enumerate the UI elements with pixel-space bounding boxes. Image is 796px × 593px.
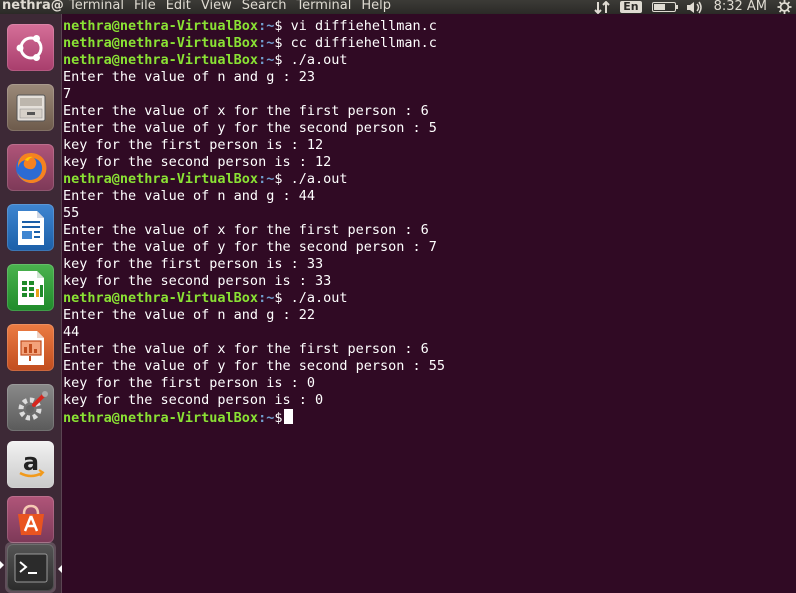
- running-indicator-left: [0, 561, 4, 569]
- output-line: Enter the value of n and g : 23: [63, 69, 315, 85]
- gear-icon[interactable]: [777, 0, 792, 14]
- amazon-icon: a: [7, 441, 54, 488]
- prompt-path: :~: [258, 410, 275, 426]
- output-line: Enter the value of y for the second pers…: [63, 358, 446, 374]
- menu-edit[interactable]: Edit: [166, 0, 191, 13]
- writer-doc-icon: [7, 204, 54, 251]
- volume-icon[interactable]: [686, 1, 704, 14]
- impress-slide-icon: [7, 324, 54, 371]
- prompt-line: nethra@nethra-VirtualBox:~$ ./a.out: [63, 52, 796, 69]
- prompt-user: nethra@nethra-VirtualBox: [63, 171, 259, 187]
- prompt-line: nethra@nethra-VirtualBox:~$: [63, 409, 796, 426]
- output-line: 7: [63, 86, 72, 102]
- prompt-line: nethra@nethra-VirtualBox:~$ cc diffiehel…: [63, 35, 796, 52]
- output-line: 44: [63, 324, 80, 340]
- menu-help[interactable]: Help: [361, 0, 391, 13]
- prompt-line: nethra@nethra-VirtualBox:~$ vi diffiehel…: [63, 18, 796, 35]
- output-line: key for the first person is : 33: [63, 256, 324, 272]
- firefox-icon: [7, 144, 54, 191]
- launcher-files[interactable]: [5, 82, 56, 133]
- launcher-terminal[interactable]: [5, 542, 56, 593]
- output-line: Enter the value of x for the first perso…: [63, 103, 429, 119]
- clock[interactable]: 8:32 AM: [714, 0, 767, 14]
- calc-sheet-icon: [7, 264, 54, 311]
- menu-terminal[interactable]: Terminal: [296, 0, 351, 13]
- prompt-line: nethra@nethra-VirtualBox:~$ ./a.out: [63, 171, 796, 188]
- active-indicator-right: [58, 565, 62, 573]
- output-line: key for the second person is : 33: [63, 273, 332, 289]
- command-text: ./a.out: [282, 52, 348, 68]
- command-text: vi diffiehellman.c: [282, 18, 437, 34]
- output-line: Enter the value of n and g : 22: [63, 307, 315, 323]
- battery-fill: [653, 4, 665, 10]
- output-line: 55: [63, 205, 80, 221]
- command-text: cc diffiehellman.c: [282, 35, 437, 51]
- prompt-path: :~: [258, 35, 275, 51]
- menu-view[interactable]: View: [201, 0, 232, 13]
- launcher-software-center[interactable]: [5, 494, 56, 545]
- prompt-line: nethra@nethra-VirtualBox:~$ ./a.out: [63, 290, 796, 307]
- output-line: Enter the value of n and g : 44: [63, 188, 315, 204]
- output-line: Enter the value of x for the first perso…: [63, 222, 429, 238]
- terminal-prompt-icon: [7, 544, 54, 591]
- launcher-calc[interactable]: [5, 262, 56, 313]
- launcher-ubuntu-dash[interactable]: [5, 22, 56, 73]
- output-line: key for the first person is : 12: [63, 137, 324, 153]
- launcher-amazon[interactable]: a: [5, 439, 56, 490]
- launcher-firefox[interactable]: [5, 142, 56, 193]
- command-text: ./a.out: [282, 171, 348, 187]
- command-text: ./a.out: [282, 290, 348, 306]
- launcher-system-settings[interactable]: [5, 382, 56, 433]
- app-title: nethra@: [2, 0, 64, 13]
- launcher: a: [0, 14, 62, 593]
- software-bag-icon: [7, 496, 54, 543]
- prompt-user: nethra@nethra-VirtualBox: [63, 52, 259, 68]
- prompt-user: nethra@nethra-VirtualBox: [63, 18, 259, 34]
- file-cabinet-icon: [7, 84, 54, 131]
- output-line: key for the first person is : 0: [63, 375, 315, 391]
- prompt-path: :~: [258, 52, 275, 68]
- prompt-symbol: $: [274, 410, 283, 426]
- launcher-writer[interactable]: [5, 202, 56, 253]
- keyboard-layout-indicator[interactable]: En: [620, 1, 642, 13]
- prompt-path: :~: [258, 290, 275, 306]
- menu-file[interactable]: File: [134, 0, 156, 13]
- prompt-user: nethra@nethra-VirtualBox: [63, 35, 259, 51]
- ubuntu-logo-icon: [7, 24, 54, 71]
- svg-text:a: a: [22, 448, 38, 476]
- prompt-path: :~: [258, 171, 275, 187]
- output-line: Enter the value of y for the second pers…: [63, 239, 437, 255]
- launcher-impress[interactable]: [5, 322, 56, 373]
- menu-bar: Terminal File Edit View Search Terminal …: [69, 0, 401, 13]
- output-line: Enter the value of y for the second pers…: [63, 120, 437, 136]
- settings-wrench-icon: [7, 384, 54, 431]
- output-line: key for the second person is : 12: [63, 154, 332, 170]
- output-line: Enter the value of x for the first perso…: [63, 341, 429, 357]
- prompt-user: nethra@nethra-VirtualBox: [63, 290, 259, 306]
- prompt-user: nethra@nethra-VirtualBox: [63, 410, 259, 426]
- terminal-output[interactable]: nethra@nethra-VirtualBox:~$ vi diffiehel…: [63, 18, 796, 593]
- terminal-cursor: [284, 409, 294, 424]
- top-panel: nethra@ Terminal File Edit View Search T…: [0, 0, 796, 14]
- system-tray: En 8:32 AM: [594, 0, 792, 14]
- prompt-path: :~: [258, 18, 275, 34]
- network-updown-icon[interactable]: [594, 0, 610, 14]
- battery-icon[interactable]: [651, 2, 678, 12]
- menu-terminal-app[interactable]: Terminal: [69, 0, 124, 13]
- menu-search[interactable]: Search: [242, 0, 287, 13]
- output-line: key for the second person is : 0: [63, 392, 324, 408]
